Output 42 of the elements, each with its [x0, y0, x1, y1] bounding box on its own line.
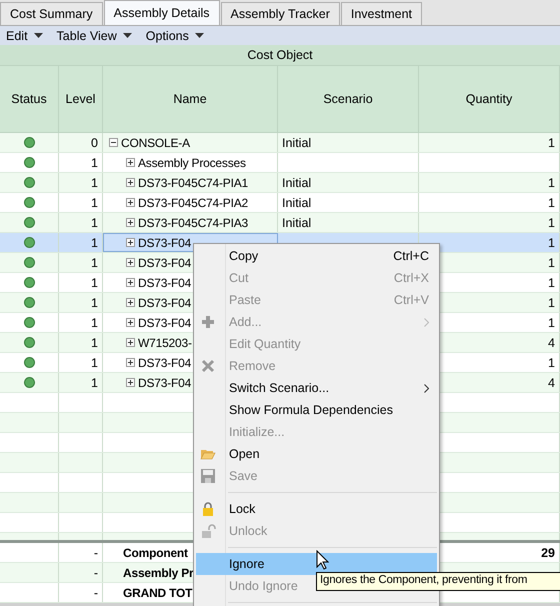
- table-cell: 1: [59, 273, 103, 292]
- table-cell: 1: [59, 313, 103, 332]
- table-cell: Initial: [278, 173, 419, 192]
- table-cell: 1: [419, 193, 560, 212]
- tree-item-label: DS73-F045C74-PIA1: [138, 176, 248, 190]
- table-cell: 1: [59, 373, 103, 392]
- tree-item-label: DS73-F04: [138, 296, 192, 310]
- table-cell: 1: [59, 213, 103, 232]
- table-cell: 1: [419, 213, 560, 232]
- total-label: GRAND TOT: [123, 586, 192, 600]
- group-header-label: Cost Object: [247, 48, 313, 62]
- tree-item-label: DS73-F04: [138, 356, 192, 370]
- table-cell: 1: [59, 293, 103, 312]
- table-cell: Initial: [278, 133, 419, 152]
- tree-item-label: DS73-F04: [138, 376, 192, 390]
- table-cell: 0: [59, 133, 103, 152]
- tree-item-label: DS73-F04: [138, 276, 192, 290]
- table-cell: 1: [59, 253, 103, 272]
- table-cell: 1: [59, 233, 103, 252]
- table-cell: Initial: [278, 193, 419, 212]
- total-label: Component: [123, 546, 188, 560]
- tree-item-label: W715203-: [138, 336, 192, 350]
- table-cell: -: [59, 563, 103, 582]
- tooltip: Ignores the Component, preventing it from: [316, 572, 560, 591]
- table-cell: 1: [59, 173, 103, 192]
- table-cell: -: [59, 583, 103, 602]
- tree-item-label: DS73-F045C74-PIA3: [138, 216, 248, 230]
- table-cell: 1: [419, 173, 560, 192]
- table-cell: -: [59, 543, 103, 562]
- tree-item-label: CONSOLE-A: [121, 136, 190, 150]
- tree-item-label: DS73-F04: [138, 316, 192, 330]
- table-cell: 1: [59, 193, 103, 212]
- table-cell: 1: [59, 353, 103, 372]
- tree-item-label: DS73-F045C74-PIA2: [138, 196, 248, 210]
- tree-item-label: Assembly Processes: [138, 156, 246, 170]
- tree-item-label: DS73-F04: [138, 256, 192, 270]
- table-cell: 1: [59, 153, 103, 172]
- table-cell: 1: [59, 333, 103, 352]
- table-cell: 1: [419, 133, 560, 152]
- table-cell: Initial: [278, 213, 419, 232]
- tree-item-label: DS73-F04: [138, 236, 192, 250]
- total-label: Assembly Pr: [123, 566, 194, 580]
